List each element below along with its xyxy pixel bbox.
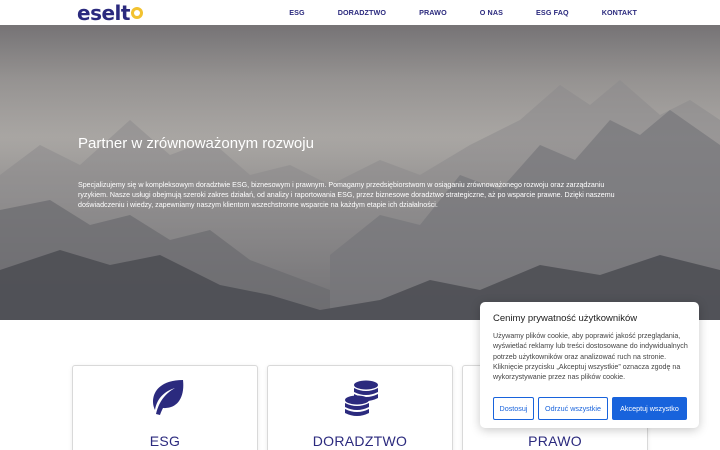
nav-item-doradztwo[interactable]: DORADZTWO [338, 8, 386, 17]
site-header: eselt ESG DORADZTWO PRAWO O NAS ESG FAQ … [0, 0, 720, 25]
service-card-esg[interactable]: ESG [72, 365, 258, 450]
nav-item-esg-faq[interactable]: ESG FAQ [536, 8, 569, 17]
mountain-background-image [0, 25, 720, 320]
card-title-doradztwo: DORADZTWO [312, 433, 408, 449]
logo-circle-icon [130, 6, 143, 19]
customize-button[interactable]: Dostosuj [493, 397, 534, 420]
nav-item-o-nas[interactable]: O NAS [480, 8, 503, 17]
accept-all-button[interactable]: Akceptuj wszystko [612, 397, 687, 420]
cookie-title: Cenimy prywatność użytkowników [493, 313, 638, 324]
cookie-consent-banner: Cenimy prywatność użytkowników Używamy p… [480, 302, 699, 428]
nav-item-kontakt[interactable]: KONTAKT [602, 8, 637, 17]
nav-item-prawo[interactable]: PRAWO [419, 8, 447, 17]
cookie-description: Używamy plików cookie, aby poprawić jako… [493, 332, 688, 382]
card-title-esg: ESG [149, 433, 181, 449]
coins-icon [345, 380, 378, 416]
hero-title: Partner w zrównoważonym rozwoju [78, 135, 314, 152]
card-title-prawo: PRAWO [528, 433, 582, 449]
leaf-icon [153, 380, 184, 415]
service-card-doradztwo[interactable]: DORADZTWO [267, 365, 453, 450]
logo-text: eselt [77, 0, 130, 25]
nav-item-esg[interactable]: ESG [289, 8, 304, 17]
main-nav: ESG DORADZTWO PRAWO O NAS ESG FAQ KONTAK… [256, 0, 637, 25]
hero-description: Specjalizujemy się w kompleksowym doradz… [78, 181, 615, 210]
hero-section: Partner w zrównoważonym rozwoju Specjali… [0, 25, 720, 320]
reject-all-button[interactable]: Odrzuć wszystkie [538, 397, 608, 420]
logo[interactable]: eselt [77, 0, 143, 25]
